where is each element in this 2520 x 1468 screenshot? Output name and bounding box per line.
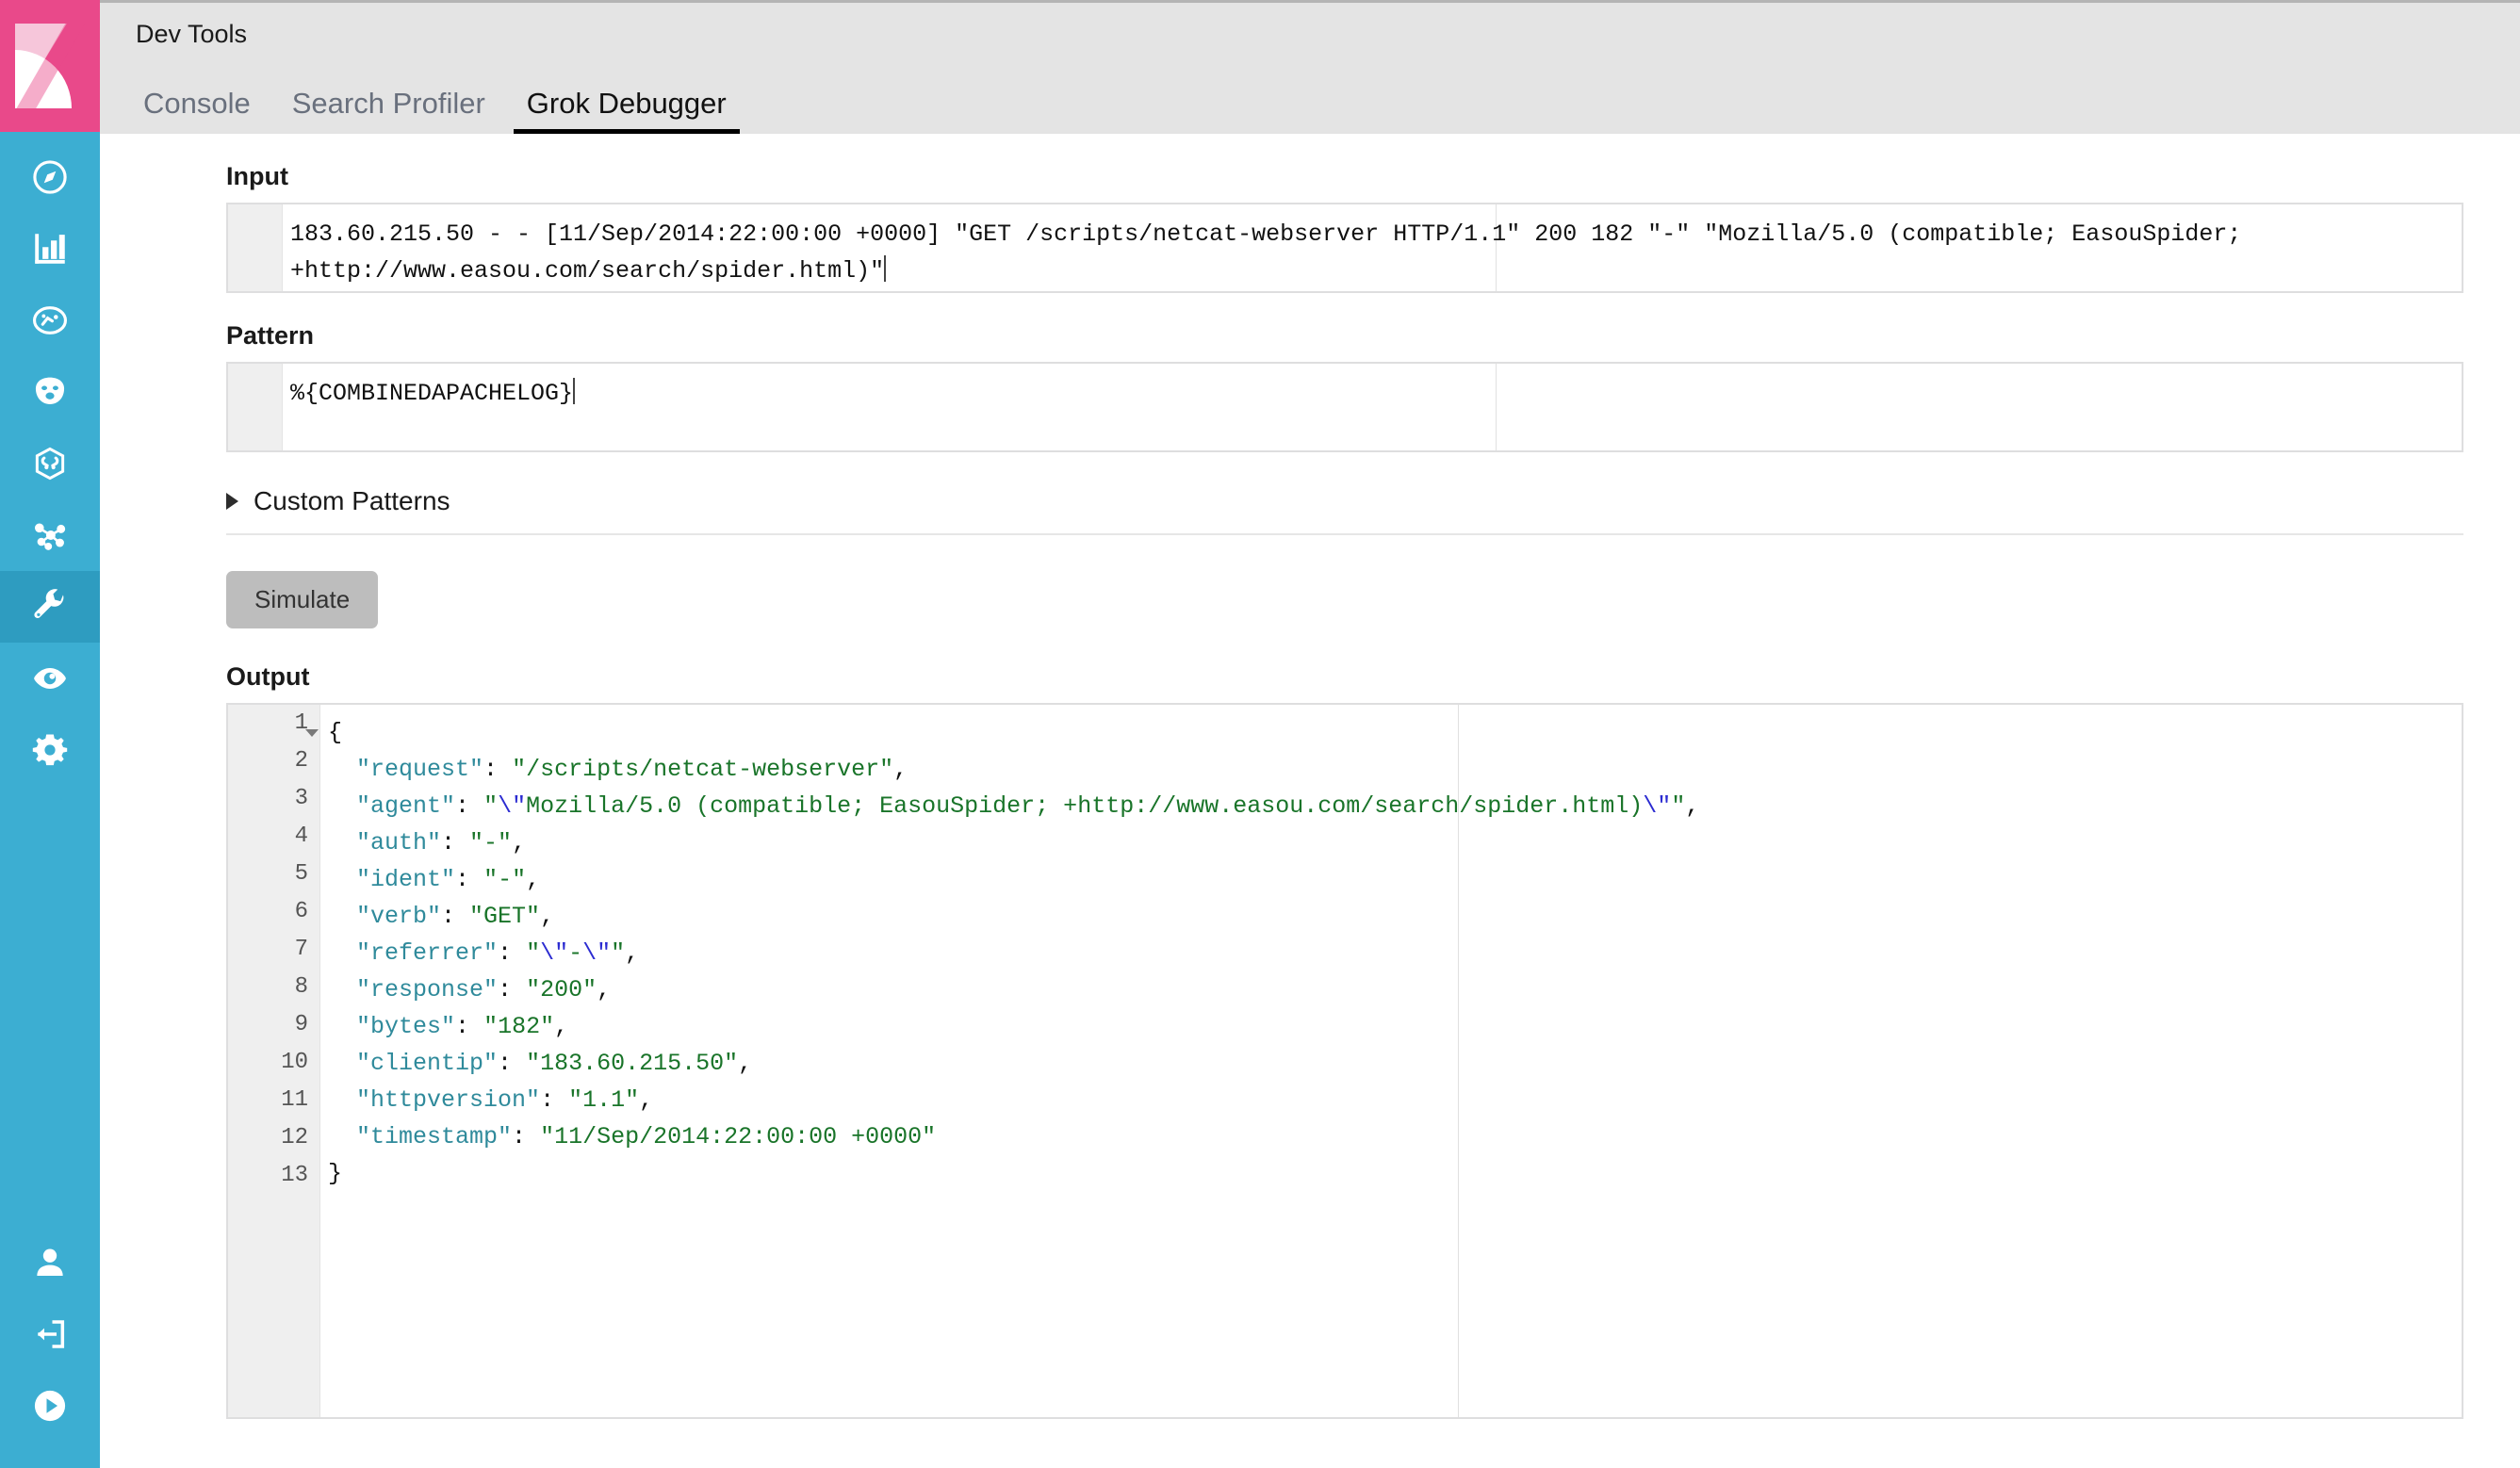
sidebar-item-collapse[interactable] xyxy=(0,1370,100,1442)
tab-grok-debugger[interactable]: Grok Debugger xyxy=(513,89,740,134)
input-label: Input xyxy=(226,162,288,190)
pattern-caret xyxy=(573,378,576,404)
output-line: "request": "/scripts/netcat-webserver", xyxy=(356,756,908,783)
global-nav-sidebar xyxy=(0,0,100,1468)
discover-compass-icon xyxy=(30,157,70,197)
collapse-play-icon xyxy=(30,1386,70,1426)
output-line: "bytes": "182", xyxy=(356,1013,569,1040)
maps-icon xyxy=(30,444,70,483)
sidebar-item-maps[interactable] xyxy=(0,428,100,499)
output-editor-text[interactable]: { "request": "/scripts/netcat-webserver"… xyxy=(320,705,2462,1203)
main-region: Dev Tools Console Search Profiler Grok D… xyxy=(100,0,2520,1468)
graph-network-icon xyxy=(30,515,70,555)
kibana-logo[interactable] xyxy=(0,0,100,132)
line-number: 8 xyxy=(294,974,308,1000)
output-line: "httpversion": "1.1", xyxy=(356,1086,654,1114)
input-line-2: +http://www.easou.com/search/spider.html… xyxy=(290,257,885,285)
sidebar-item-dashboard[interactable] xyxy=(0,285,100,356)
output-editor-gutter: 1 2 3 4 5 6 7 8 9 10 11 12 13 xyxy=(228,705,320,1417)
input-caret xyxy=(884,255,887,282)
output-line: "clientip": "183.60.215.50", xyxy=(356,1050,753,1077)
line-number: 1 xyxy=(294,710,308,736)
pattern-label: Pattern xyxy=(226,321,315,350)
output-line: "verb": "GET", xyxy=(356,903,555,930)
canvas-icon xyxy=(30,372,70,412)
output-editor[interactable]: 1 2 3 4 5 6 7 8 9 10 11 12 13 { "request… xyxy=(226,703,2463,1419)
output-label: Output xyxy=(226,662,310,691)
output-line: "response": "200", xyxy=(356,976,612,1003)
dev-tools-wrench-icon xyxy=(29,586,71,628)
line-number: 3 xyxy=(294,786,308,811)
monitoring-eye-icon xyxy=(29,658,71,699)
tab-console[interactable]: Console xyxy=(130,89,264,134)
custom-patterns-accordion[interactable]: Custom Patterns xyxy=(226,486,2463,535)
sidebar-item-logout[interactable] xyxy=(0,1298,100,1370)
line-number: 11 xyxy=(281,1087,308,1113)
custom-patterns-label: Custom Patterns xyxy=(254,486,450,515)
sidebar-item-visualize[interactable] xyxy=(0,213,100,285)
pattern-editor-gutter xyxy=(228,364,283,450)
input-editor[interactable]: 183.60.215.50 - - [11/Sep/2014:22:00:00 … xyxy=(226,203,2463,293)
sidebar-item-dev-tools[interactable] xyxy=(0,571,100,643)
chevron-right-icon xyxy=(226,493,238,510)
sidebar-secondary-items xyxy=(0,1227,100,1442)
output-line: } xyxy=(328,1160,343,1187)
line-number: 12 xyxy=(281,1125,308,1150)
app-header: Dev Tools xyxy=(100,0,2520,66)
sidebar-item-management[interactable] xyxy=(0,714,100,786)
visualize-bar-chart-icon xyxy=(30,229,70,269)
pattern-editor[interactable]: %{COMBINEDAPACHELOG} xyxy=(226,362,2463,452)
kibana-dev-tools-window: Dev Tools Console Search Profiler Grok D… xyxy=(0,0,2520,1468)
sidebar-item-graph[interactable] xyxy=(0,499,100,571)
output-line: "timestamp": "11/Sep/2014:22:00:00 +0000… xyxy=(356,1123,937,1150)
user-avatar-icon xyxy=(31,1244,69,1281)
line-number: 5 xyxy=(294,861,308,887)
line-number: 4 xyxy=(294,824,308,849)
grok-debugger-panel: Input 183.60.215.50 - - [11/Sep/2014:22:… xyxy=(100,134,2520,1468)
input-editor-gutter xyxy=(228,204,283,291)
dev-tools-tabs: Console Search Profiler Grok Debugger xyxy=(100,66,2520,134)
sidebar-item-discover[interactable] xyxy=(0,141,100,213)
sidebar-item-canvas[interactable] xyxy=(0,356,100,428)
line-number: 10 xyxy=(281,1050,308,1075)
line-number: 6 xyxy=(294,899,308,924)
line-number: 7 xyxy=(294,937,308,962)
output-line: "agent": "\"Mozilla/5.0 (compatible; Eas… xyxy=(356,792,1700,820)
line-number: 2 xyxy=(294,748,308,774)
line-number: 9 xyxy=(294,1012,308,1037)
fold-arrow-icon[interactable] xyxy=(305,729,319,737)
pattern-value: %{COMBINEDAPACHELOG} xyxy=(290,380,574,407)
page-title: Dev Tools xyxy=(136,20,248,48)
sidebar-primary-items xyxy=(0,141,100,786)
sidebar-item-user-profile[interactable] xyxy=(0,1227,100,1298)
output-line: "auth": "-", xyxy=(356,829,527,856)
dashboard-icon xyxy=(30,301,70,340)
tab-search-profiler[interactable]: Search Profiler xyxy=(279,89,499,134)
input-line-1: 183.60.215.50 - - [11/Sep/2014:22:00:00 … xyxy=(290,220,2242,248)
output-line: "referrer": "\"-\"", xyxy=(356,939,640,967)
simulate-button[interactable]: Simulate xyxy=(226,571,379,628)
output-line: "ident": "-", xyxy=(356,866,541,893)
line-number: 13 xyxy=(281,1163,308,1188)
management-gear-icon xyxy=(30,730,70,770)
input-editor-text[interactable]: 183.60.215.50 - - [11/Sep/2014:22:00:00 … xyxy=(283,204,2462,291)
logout-icon xyxy=(31,1315,69,1353)
pattern-editor-text[interactable]: %{COMBINEDAPACHELOG} xyxy=(283,364,2462,423)
sidebar-item-monitoring[interactable] xyxy=(0,643,100,714)
kibana-logo-mark xyxy=(15,24,85,108)
output-line: { xyxy=(328,719,343,746)
